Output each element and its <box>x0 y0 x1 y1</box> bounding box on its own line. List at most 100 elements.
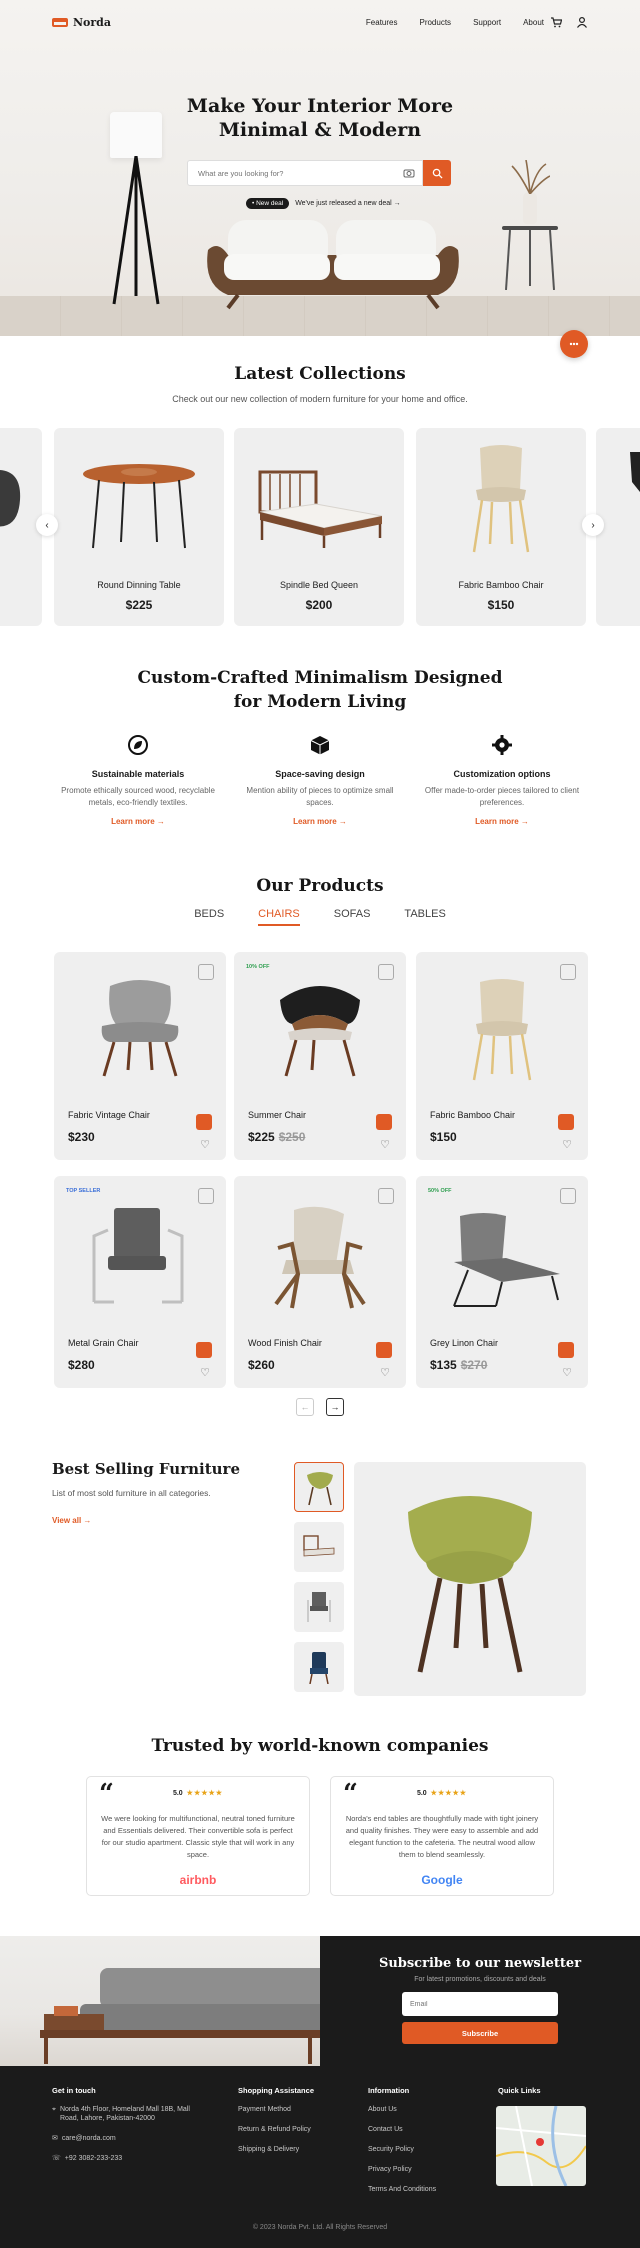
ar-view-icon[interactable] <box>378 1188 394 1204</box>
collection-name: Spindle Bed Queen <box>279 580 359 590</box>
footer-link[interactable]: About Us <box>368 2105 436 2114</box>
feature-desc: Promote ethically sourced wood, recyclab… <box>61 786 215 807</box>
collection-card[interactable]: Spindle Bed Queen $200 <box>234 428 404 626</box>
product-name: Wood Finish Chair <box>248 1338 322 1348</box>
footer-link[interactable]: Contact Us <box>368 2125 436 2134</box>
tab-tables[interactable]: TABLES <box>404 908 445 926</box>
footer-link[interactable]: Terms And Conditions <box>368 2185 436 2194</box>
testimonial-card: “ 5.0 ★★★★★ We were looking for multifunc… <box>86 1776 310 1896</box>
heart-icon[interactable]: ♡ <box>562 1366 572 1379</box>
address-text: Norda 4th Floor, Homeland Mall 18B, Mall… <box>59 2106 190 2122</box>
camera-icon[interactable] <box>403 167 415 179</box>
add-to-cart-button[interactable] <box>376 1114 392 1130</box>
footer-link[interactable]: Privacy Policy <box>368 2165 436 2174</box>
best-selling-title: Best Selling Furniture <box>52 1460 240 1478</box>
view-all-link[interactable]: View all → <box>52 1516 91 1525</box>
location-map[interactable] <box>496 2106 586 2186</box>
hero-title-line1: Make Your Interior More <box>186 95 454 117</box>
product-name: Grey Linon Chair <box>430 1338 499 1348</box>
add-to-cart-button[interactable] <box>196 1114 212 1130</box>
spindle-bed-image <box>258 470 383 548</box>
collections-subtitle: Check out our new collection of modern f… <box>172 394 468 404</box>
carousel-prev-button[interactable]: ‹ <box>36 514 58 536</box>
add-to-cart-button[interactable] <box>376 1342 392 1358</box>
logo[interactable]: Norda <box>52 16 111 29</box>
tab-beds[interactable]: BEDS <box>194 908 224 926</box>
collections-title: Latest Collections <box>234 364 406 384</box>
nav-icons <box>550 16 588 28</box>
thumb-image <box>307 1472 333 1506</box>
ar-view-icon[interactable] <box>560 1188 576 1204</box>
testimonial-text: We were looking for multifunctional, neu… <box>101 1814 295 1859</box>
ar-view-icon[interactable] <box>378 964 394 980</box>
dry-plant <box>511 160 550 194</box>
product-card[interactable]: Fabric Bamboo Chair $150 ♡ <box>416 952 588 1160</box>
nav-link-support[interactable]: Support <box>473 18 501 27</box>
ar-view-icon[interactable] <box>560 964 576 980</box>
pagination-next-button[interactable]: → <box>326 1398 344 1416</box>
testimonial-rating: 5.0 ★★★★★ <box>87 1789 309 1797</box>
search-button[interactable] <box>423 160 451 186</box>
best-thumb-bed[interactable] <box>294 1522 344 1572</box>
deal-banner[interactable]: • New deal We've just released a new dea… <box>246 198 401 209</box>
testimonial-rating: 5.0 ★★★★★ <box>331 1789 553 1797</box>
footer-phone[interactable]: ☏ +92 3082-233-233 <box>52 2154 192 2163</box>
heart-icon[interactable]: ♡ <box>200 1138 210 1151</box>
footer-link[interactable]: Payment Method <box>238 2105 314 2114</box>
best-thumb-metal-chair[interactable] <box>294 1582 344 1632</box>
best-thumb-green-chair[interactable] <box>294 1462 344 1512</box>
bamboo-chair-image <box>472 445 530 553</box>
product-price: $135 $270 <box>430 1358 487 1372</box>
tab-sofas[interactable]: SOFAS <box>334 908 371 926</box>
product-card[interactable]: 10% OFF Summer Chair $225 $250 ♡ <box>234 952 406 1160</box>
email-text: care@norda.com <box>61 2135 116 2142</box>
product-card[interactable]: TOP SELLER Metal Grain Chair $280 ♡ <box>54 1176 226 1388</box>
pagination-prev-button[interactable]: ← <box>296 1398 314 1416</box>
search-input[interactable] <box>187 160 423 186</box>
email-field[interactable] <box>402 1992 558 2016</box>
heart-icon[interactable]: ♡ <box>380 1366 390 1379</box>
heart-icon[interactable]: ♡ <box>562 1138 572 1151</box>
add-to-cart-button[interactable] <box>558 1342 574 1358</box>
logo-icon <box>52 18 68 27</box>
footer-link[interactable]: Return & Refund Policy <box>238 2125 314 2134</box>
cart-icon[interactable] <box>550 16 562 28</box>
feature-learn-more-link[interactable]: Learn more → <box>412 817 592 826</box>
best-thumb-blue-chair[interactable] <box>294 1642 344 1692</box>
heart-icon[interactable]: ♡ <box>200 1366 210 1379</box>
footer-link[interactable]: Security Policy <box>368 2145 436 2154</box>
airbnb-logo: airbnb <box>179 1873 217 1887</box>
collection-card[interactable]: Round Dinning Table $225 <box>54 428 224 626</box>
carousel-next-button[interactable]: › <box>582 514 604 536</box>
product-card[interactable]: Wood Finish Chair $260 ♡ <box>234 1176 406 1388</box>
newsletter-section: Subscribe to our newsletter For latest p… <box>320 1936 640 2066</box>
ar-view-icon[interactable] <box>198 1188 214 1204</box>
best-selling-subtitle: List of most sold furniture in all categ… <box>52 1488 211 1498</box>
product-image-linen-chair <box>453 1213 560 1307</box>
nav-link-products[interactable]: Products <box>419 18 451 27</box>
user-icon[interactable] <box>576 16 588 28</box>
add-to-cart-button[interactable] <box>196 1342 212 1358</box>
product-price-value: $280 <box>68 1358 95 1372</box>
top-nav: Norda Features Products Support About <box>0 0 640 44</box>
subscribe-button[interactable]: Subscribe <box>402 2022 558 2044</box>
nav-link-features[interactable]: Features <box>366 18 398 27</box>
product-card[interactable]: Fabric Vintage Chair $230 ♡ <box>54 952 226 1160</box>
feature-learn-more-link[interactable]: Learn more → <box>48 817 228 826</box>
footer-email[interactable]: ✉ care@norda.com <box>52 2134 192 2143</box>
feature-learn-more-link[interactable]: Learn more → <box>230 817 410 826</box>
discount-badge: 50% OFF <box>428 1188 452 1194</box>
chat-button[interactable] <box>560 330 588 358</box>
tab-chairs[interactable]: CHAIRS <box>258 908 300 926</box>
ar-view-icon[interactable] <box>198 964 214 980</box>
collection-card[interactable]: Fabric Bamboo Chair $150 <box>416 428 586 626</box>
chevron-right-icon: › <box>591 519 595 531</box>
copyright: © 2023 Norda Pvt. Ltd. All Rights Reserv… <box>252 2224 388 2231</box>
heart-icon[interactable]: ♡ <box>380 1138 390 1151</box>
trusted-title: Trusted by world-known companies <box>151 1736 489 1756</box>
product-card[interactable]: 50% OFF Grey Linon Chair $135 $270 ♡ <box>416 1176 588 1388</box>
footer-link[interactable]: Shipping & Delivery <box>238 2145 314 2154</box>
add-to-cart-button[interactable] <box>558 1114 574 1130</box>
nav-link-about[interactable]: About <box>523 18 544 27</box>
discount-badge: 10% OFF <box>246 964 270 970</box>
